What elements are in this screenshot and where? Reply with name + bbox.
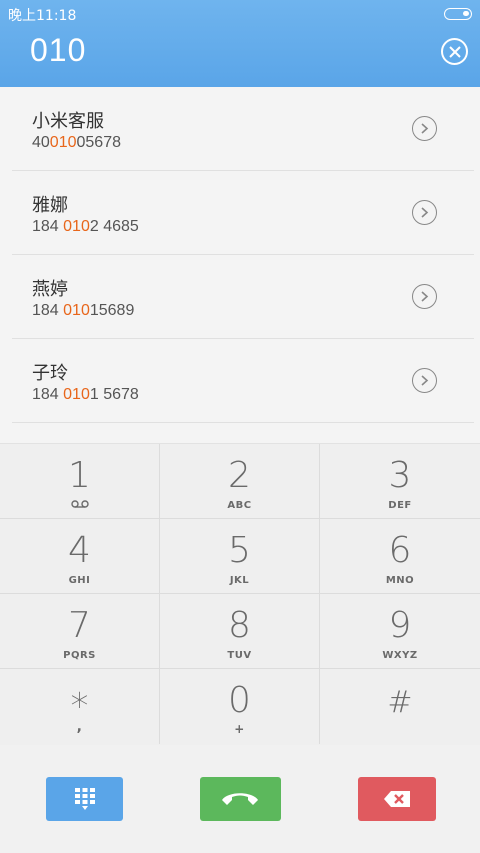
key-4[interactable]: 4 GHI	[0, 519, 160, 594]
hide-keypad-button[interactable]	[46, 777, 123, 821]
dial-number-display[interactable]: 010	[30, 32, 86, 69]
contact-detail-button[interactable]	[412, 200, 437, 225]
chevron-right-icon	[421, 291, 429, 302]
key-6[interactable]: 6 MNO	[320, 519, 480, 594]
battery-icon	[444, 8, 472, 20]
number-match-highlight: 010	[63, 302, 90, 319]
contact-row[interactable]: 子玲 184 0101 5678	[0, 339, 480, 423]
dialer-action-bar	[0, 745, 480, 853]
contact-name: 小米客服	[32, 111, 104, 132]
key-1[interactable]: 1	[0, 444, 160, 519]
key-hash[interactable]: #	[320, 669, 480, 744]
close-icon	[449, 46, 461, 58]
keypad-icon	[75, 788, 95, 810]
contact-results-list: 小米客服 4001005678 雅娜 184 0102 4685 燕婷 184 …	[0, 87, 480, 443]
number-match-highlight: 010	[49, 134, 77, 151]
key-0[interactable]: 0 +	[160, 669, 320, 744]
chevron-right-icon	[421, 375, 429, 386]
phone-icon	[222, 793, 258, 805]
key-8[interactable]: 8 TUV	[160, 594, 320, 669]
chevron-right-icon	[421, 123, 429, 134]
contact-number: 184 0102 4685	[32, 218, 139, 235]
contact-detail-button[interactable]	[412, 284, 437, 309]
contact-number: 184 0101 5678	[32, 386, 139, 403]
key-2[interactable]: 2 ABC	[160, 444, 320, 519]
key-5[interactable]: 5 JKL	[160, 519, 320, 594]
status-time: 晚上11:18	[8, 8, 77, 24]
key-3[interactable]: 3 DEF	[320, 444, 480, 519]
contact-number: 4001005678	[32, 134, 121, 151]
contact-row[interactable]: 雅娜 184 0102 4685	[0, 171, 480, 255]
contact-name: 雅娜	[32, 195, 68, 216]
key-star[interactable]: * ,	[0, 669, 160, 744]
contact-detail-button[interactable]	[412, 116, 437, 141]
clear-input-button[interactable]	[441, 38, 468, 65]
voicemail-icon	[0, 500, 159, 511]
delete-digit-button[interactable]	[358, 777, 436, 821]
call-button[interactable]	[200, 777, 281, 821]
contact-name: 燕婷	[32, 279, 68, 300]
number-match-highlight: 010	[63, 386, 90, 403]
contact-detail-button[interactable]	[412, 368, 437, 393]
status-bar: 晚上11:18	[0, 0, 480, 28]
contact-name: 子玲	[32, 363, 68, 384]
dialer-header: 晚上11:18 010	[0, 0, 480, 87]
dial-keypad: 1 2 ABC 3 DEF 4 GHI 5 JKL 6 MNO 7 PQRS 8…	[0, 443, 480, 746]
key-9[interactable]: 9 WXYZ	[320, 594, 480, 669]
contact-row[interactable]: 小米客服 4001005678	[0, 87, 480, 171]
contact-number: 184 01015689	[32, 302, 135, 319]
number-match-highlight: 010	[63, 218, 90, 235]
chevron-right-icon	[421, 207, 429, 218]
key-7[interactable]: 7 PQRS	[0, 594, 160, 669]
contact-row[interactable]: 燕婷 184 01015689	[0, 255, 480, 339]
backspace-icon	[384, 791, 410, 807]
